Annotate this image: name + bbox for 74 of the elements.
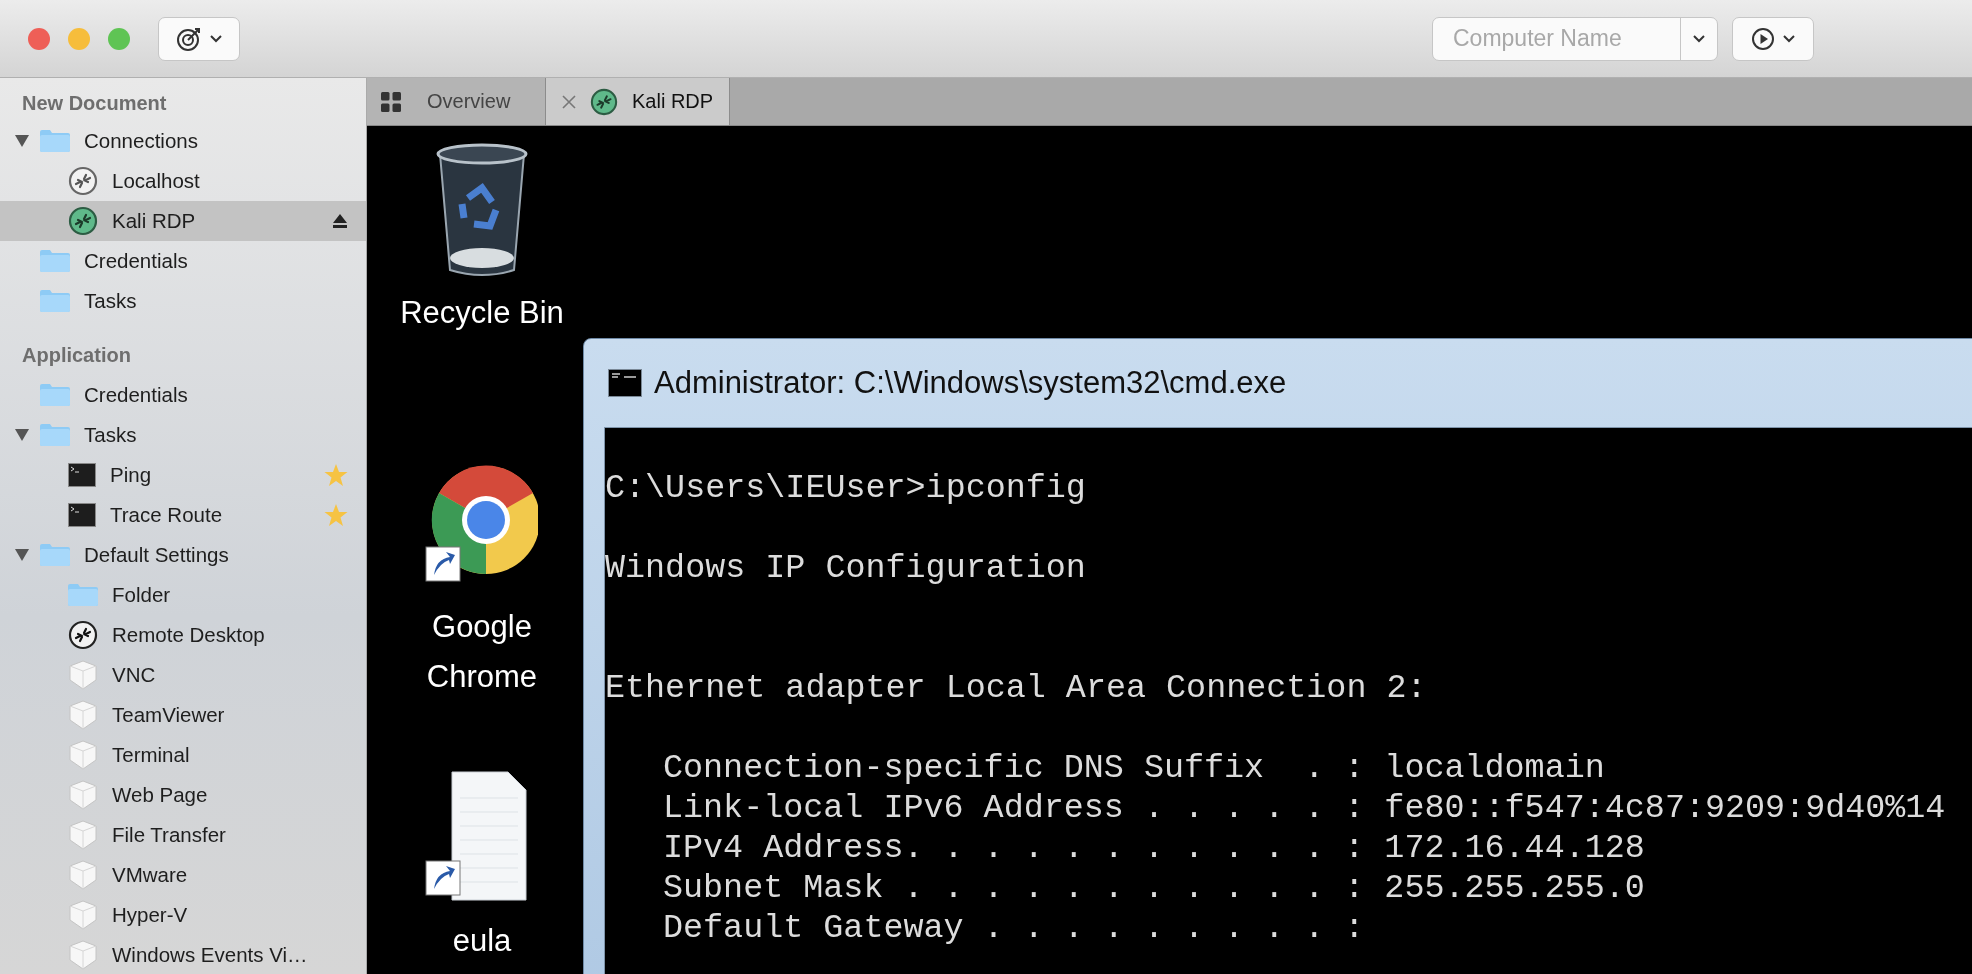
sidebar-item[interactable]: Connections [0,121,366,161]
sidebar-item[interactable]: Trace Route [0,495,366,535]
window-title: Administrator: C:\Windows\system32\cmd.exe [654,365,1287,401]
console-line: Link-local IPv6 Address . . . . . : fe80::f547:4c87:9209:9d40%14 [663,788,1946,828]
cube-icon [68,700,98,730]
star-icon[interactable] [324,463,348,487]
close-button[interactable] [28,27,50,50]
desktop-icon-label: Google Chrome [425,608,539,696]
cube-icon [68,940,98,970]
folder-icon [40,384,70,406]
folder-icon [40,544,70,566]
terminal-icon [68,503,96,527]
folder-icon [40,250,70,272]
sidebar-item[interactable]: Remote Desktop [0,615,366,655]
sidebar-item[interactable]: Kali RDP [0,201,366,241]
computer-name-field[interactable]: Computer Name [1433,17,1680,60]
sidebar-item[interactable]: VNC [0,655,366,695]
sidebar-item[interactable]: Web Page [0,775,366,815]
caret-icon [210,34,222,43]
section-header: Application [21,343,132,368]
remote-desktop-icon [590,87,618,116]
folder-icon [40,130,70,152]
caret-icon[interactable] [1693,34,1705,43]
sidebar-item[interactable]: Localhost [0,161,366,201]
desktop-icon-label: eula [451,922,513,960]
disclosure-triangle-icon[interactable] [14,134,30,148]
disclosure-triangle-icon[interactable] [14,428,30,442]
sidebar-item[interactable]: Windows Events Vi… [0,935,366,974]
tab[interactable]: Overview [367,78,546,125]
cube-icon [68,820,98,850]
sidebar-item[interactable]: Tasks [0,415,366,455]
play-icon [1751,26,1775,51]
folder-icon [40,290,70,312]
cube-icon [68,660,98,690]
close-icon[interactable] [562,94,576,109]
console-line: Subnet Mask . . . . . . . . . . . : 255.255.255.0 [663,868,1645,908]
sidebar-item[interactable]: File Transfer [0,815,366,855]
cube-icon [68,860,98,890]
caret-icon [1783,34,1795,43]
sidebar-item[interactable]: Hyper-V [0,895,366,935]
console-line: Ethernet adapter Local Area Connection 2: [605,668,1427,708]
sidebar-item[interactable]: Folder [0,575,366,615]
desktop-icon-label: Recycle Bin [399,294,565,332]
cube-icon [68,780,98,810]
sidebar-item[interactable]: Terminal [0,735,366,775]
target-icon [176,25,202,52]
star-icon[interactable] [324,503,348,527]
sidebar-item[interactable]: VMware [0,855,366,895]
sidebar-item[interactable]: Tasks [0,281,366,321]
folder-icon [68,584,98,606]
sidebar-item[interactable]: Credentials [0,375,366,415]
console-line: C:\Users\IEUser>ipconfig [605,468,1086,508]
cube-icon [68,740,98,770]
console-line: Connection-specific DNS Suffix . : localdomain [663,748,1605,788]
computer-name-combo-box[interactable]: Computer Name [1432,16,1718,61]
section-header: New Document [21,91,168,116]
grid-icon [381,91,401,112]
sidebar-item[interactable]: Default Settings [0,535,366,575]
console-line: IPv4 Address. . . . . . . . . . . : 172.16.44.128 [663,828,1645,868]
sidebar-item[interactable]: TeamViewer [0,695,366,735]
terminal-icon [68,463,96,487]
folder-icon [40,424,70,446]
console-icon [608,369,642,397]
console-line: Windows IP Configuration [605,548,1086,588]
remote-desktop-icon [68,620,98,650]
console-line: Default Gateway . . . . . . . . . : [663,908,1365,948]
cube-icon [68,900,98,930]
play-menu-button[interactable] [1732,16,1814,61]
sidebar-item[interactable]: Ping [0,455,366,495]
eject-icon[interactable] [332,213,348,229]
disclosure-triangle-icon[interactable] [14,548,30,562]
connect-menu-button[interactable] [158,16,240,61]
tab[interactable]: Kali RDP [546,78,731,125]
sidebar-item[interactable]: Credentials [0,241,366,281]
